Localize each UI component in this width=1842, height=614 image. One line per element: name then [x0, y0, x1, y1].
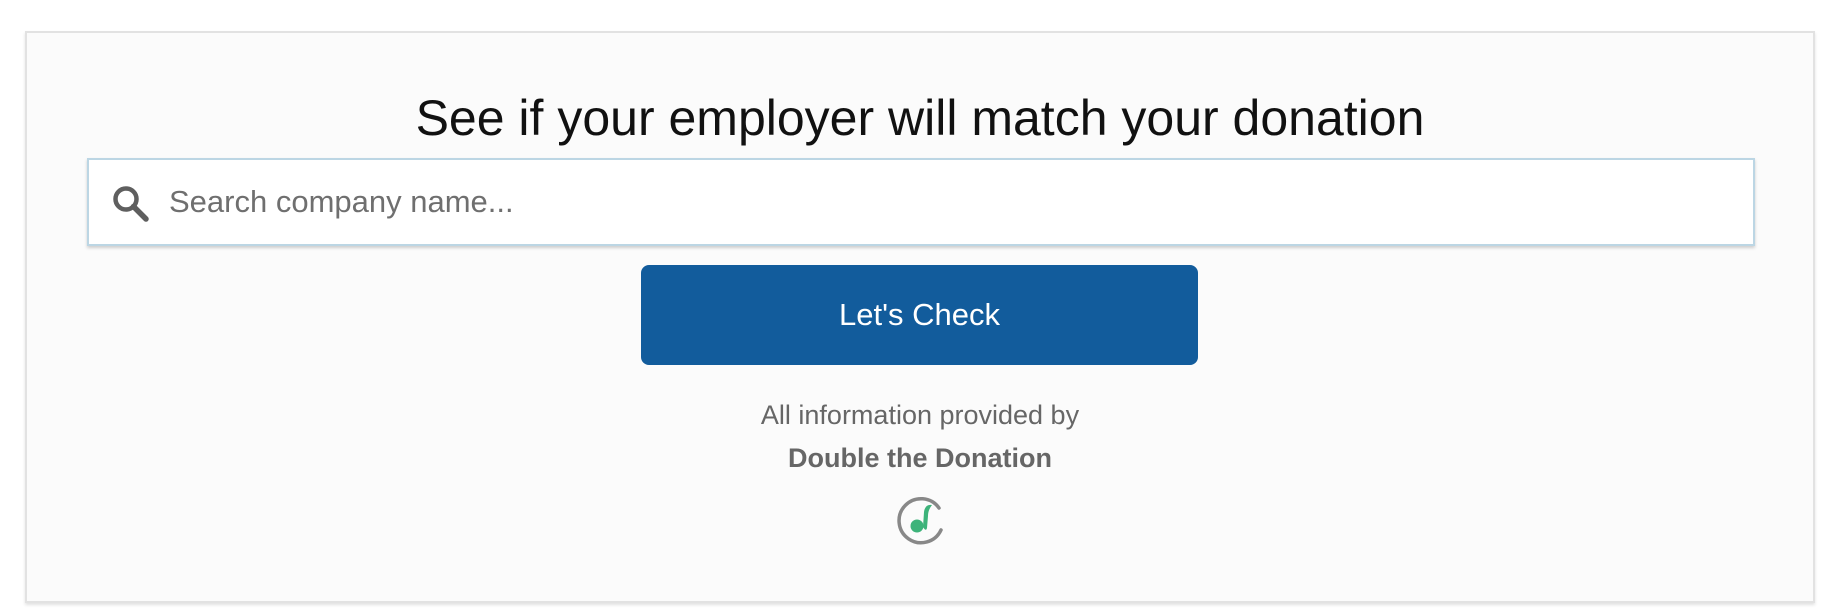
search-input[interactable]	[169, 160, 1733, 244]
double-the-donation-link[interactable]: Double the Donation	[27, 441, 1813, 475]
search-box[interactable]	[87, 158, 1755, 246]
matching-gift-widget: See if your employer will match your don…	[25, 31, 1815, 603]
attribution-text: All information provided by	[760, 400, 1080, 430]
double-the-donation-logo-icon[interactable]	[895, 494, 949, 548]
search-icon	[111, 184, 151, 224]
lets-check-button[interactable]: Let's Check	[641, 265, 1198, 365]
page-title: See if your employer will match your don…	[415, 90, 1425, 146]
